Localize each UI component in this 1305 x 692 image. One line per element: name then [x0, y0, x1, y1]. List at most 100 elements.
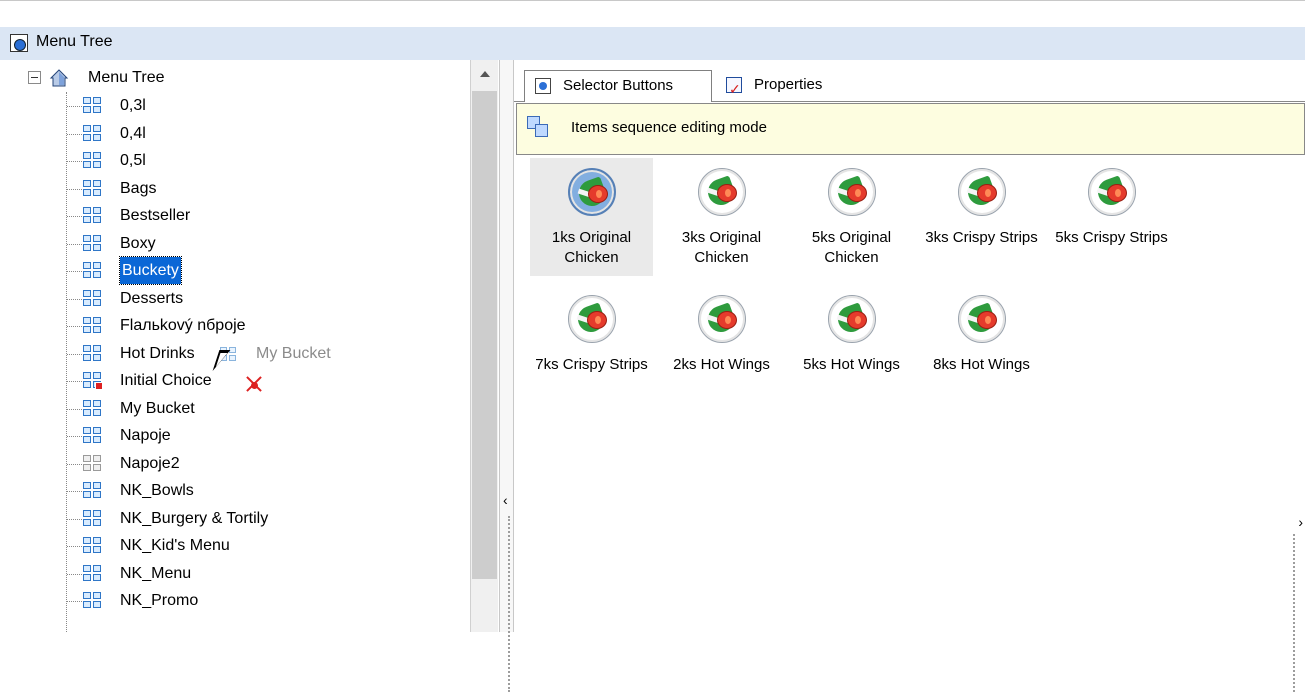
tree-connector: [67, 573, 82, 575]
tree-item-label: NK_Menu: [120, 564, 192, 582]
tree-connector: [67, 408, 82, 410]
tree-connector: [67, 326, 82, 327]
title-area: [0, 27, 1305, 61]
drop-target-icon: [247, 377, 261, 391]
selector-button[interactable]: 2ks Hot Wings: [660, 285, 783, 403]
chicken-product-icon: [568, 168, 616, 216]
tree-vertical-scrollbar[interactable]: [470, 60, 498, 632]
tree-item-label: NK_Kid's Menu: [120, 537, 230, 554]
tree-connector: [67, 518, 82, 520]
tree-item-label: Hot Drinks: [120, 344, 195, 362]
grid-icon: [83, 152, 103, 170]
grid-icon: [83, 509, 103, 528]
grid-icon: [83, 97, 103, 115]
grid-icon: [83, 427, 103, 445]
grid-icon: [83, 317, 103, 335]
right-splitter-grip[interactable]: [1293, 534, 1295, 692]
menu-tree-app-icon: [10, 34, 28, 52]
window-title: Menu Tree: [36, 33, 113, 50]
grid-icon: [83, 482, 103, 500]
grid-icon: [83, 289, 103, 308]
tree-item-label: Napoje: [120, 427, 171, 444]
tree-item-label: NK_Promo: [120, 592, 199, 609]
tree-item-label: My Bucket: [120, 399, 195, 417]
tree-connector: [67, 243, 82, 245]
tree-connector: [67, 381, 82, 382]
tree-item-label: NK_Bowls: [120, 482, 194, 499]
splitter-left-icon[interactable]: ‹: [503, 492, 508, 508]
selector-button[interactable]: 5ks Crispy Strips: [1050, 158, 1173, 276]
tree-connector: [66, 92, 67, 632]
collapse-root-icon[interactable]: [28, 71, 41, 84]
chicken-product-icon: [958, 168, 1006, 216]
grid-icon: [83, 592, 103, 610]
tree-connector: [67, 133, 82, 135]
tree-connector: [67, 188, 82, 190]
tree-item-label: Desserts: [120, 289, 184, 307]
window-title-bar: Menu Tree: [0, 0, 1305, 61]
grid-icon: [83, 564, 103, 583]
tree-item-label: 0,5l: [120, 152, 146, 169]
selector-button-label: 5ks Crispy Strips: [1055, 229, 1168, 246]
scroll-up-icon[interactable]: [478, 67, 492, 81]
grid-icon: [83, 262, 103, 280]
tree-connector: [67, 161, 82, 162]
menu-tree-pane[interactable]: Menu Tree 0,3l 0,4l 0,5l Bags Bestseller Boxy…: [0, 60, 500, 632]
tree-item-label: Initial Choice: [120, 372, 212, 389]
grid-icon: [83, 234, 103, 253]
tree-connector: [67, 271, 82, 272]
tree-item-label: Boxy: [120, 234, 156, 252]
selector-button-label: 2ks Hot Wings: [673, 356, 770, 373]
selector-button[interactable]: 7ks Crispy Strips: [530, 285, 653, 403]
scroll-thumb[interactable]: [472, 91, 497, 579]
collapse-right-icon[interactable]: ›: [1298, 514, 1303, 530]
tree-connector: [67, 491, 82, 492]
drag-ghost-label: My Bucket: [256, 345, 331, 362]
chicken-product-icon: [958, 295, 1006, 343]
tree-item-label: Buckety: [119, 256, 182, 285]
chicken-product-icon: [828, 295, 876, 343]
sequence-editing-icon: [527, 116, 555, 144]
tree-item-label: Bestseller: [120, 207, 191, 224]
grid-icon: [83, 124, 103, 143]
tree-item-label: NK_Burgery & Tortily: [120, 509, 269, 527]
selector-button-label: 8ks Hot Wings: [933, 356, 1030, 373]
selector-buttons-grid: 1ks Original Chicken 3ks Original Chicken…: [514, 158, 1305, 632]
selector-button[interactable]: 3ks Original Chicken: [660, 158, 783, 276]
details-pane: Selector Buttons Properties Items sequen…: [514, 60, 1305, 692]
selector-button[interactable]: 8ks Hot Wings: [920, 285, 1043, 403]
grid-icon: [83, 179, 103, 198]
selector-button[interactable]: 5ks Original Chicken: [790, 158, 913, 276]
tree-item-label: Flaльkový nбрoje: [120, 317, 246, 334]
selector-button-label: 1ks Original Chicken: [551, 229, 632, 266]
grid-icon-with-red-marker: [83, 372, 103, 390]
selector-button-label: 3ks Original Chicken: [681, 229, 762, 266]
gray-grid-icon: [83, 454, 103, 473]
selector-button[interactable]: 3ks Crispy Strips: [920, 158, 1043, 276]
properties-icon: [726, 74, 742, 104]
selector-button[interactable]: 1ks Original Chicken: [530, 158, 653, 276]
selector-buttons-icon: [535, 78, 551, 94]
tree-root-label: Menu Tree: [88, 69, 165, 86]
tree-item-label: Napoje2: [120, 454, 180, 472]
pane-splitter[interactable]: ‹: [500, 60, 514, 692]
tree-item-label: 0,3l: [120, 97, 146, 114]
tab-selector-buttons[interactable]: Selector Buttons: [524, 70, 712, 102]
tab-strip: Selector Buttons Properties: [514, 60, 1305, 104]
tree-connector: [67, 216, 82, 217]
chicken-product-icon: [698, 168, 746, 216]
tab-properties[interactable]: Properties: [716, 70, 856, 104]
top-window-edge: [0, 1, 1305, 11]
tab-properties-label: Properties: [754, 76, 823, 93]
selector-button[interactable]: 5ks Hot Wings: [790, 285, 913, 403]
selector-button-label: 5ks Original Chicken: [811, 229, 892, 266]
red-marker-icon: [95, 382, 103, 390]
tree-connector: [67, 353, 82, 355]
editing-mode-text: Items sequence editing mode: [571, 119, 767, 136]
tree-connector: [67, 106, 82, 107]
tree-connector: [67, 546, 82, 547]
tree-connector: [67, 298, 82, 300]
splitter-grip[interactable]: [508, 516, 510, 692]
editing-mode-notice: Items sequence editing mode: [516, 103, 1305, 155]
chicken-product-icon: [1088, 168, 1136, 216]
